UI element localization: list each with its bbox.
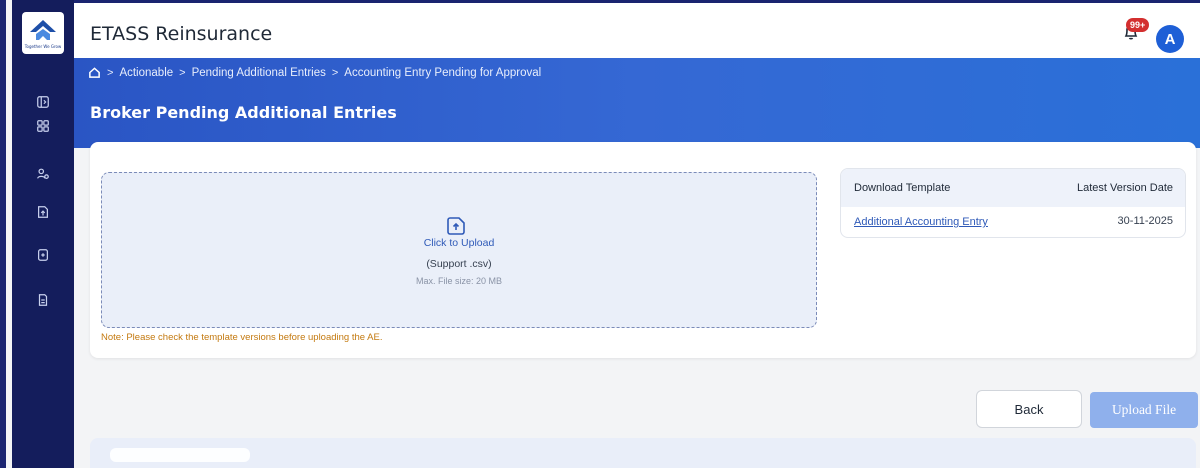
logo-tagline: Together We Grow [24,43,62,49]
max-file-size-text: Max. File size: 20 MB [415,276,503,286]
dashboard-grid-icon[interactable] [33,116,53,136]
page-title: Broker Pending Additional Entries [90,103,397,122]
document-icon[interactable] [33,290,53,310]
breadcrumb-separator-icon: > [179,66,186,79]
breadcrumb-item-current: Accounting Entry Pending for Approval [344,66,542,79]
home-icon[interactable] [88,66,101,79]
table-row: Additional Accounting Entry 30-11-2025 [841,207,1185,237]
template-download-link[interactable]: Additional Accounting Entry [854,216,988,228]
column-header-latest-version-date: Latest Version Date [1076,182,1173,194]
app-title: ETASS Reinsurance [90,23,273,45]
bottom-panel [90,438,1196,468]
user-avatar[interactable]: A [1156,25,1184,53]
top-bar: ETASS Reinsurance 99+ A [74,0,1200,58]
company-logo[interactable]: Together We Grow [22,12,64,54]
upload-file-icon[interactable] [445,215,469,239]
upload-file-button[interactable]: Upload File [1090,392,1198,428]
template-table-header: Download Template Latest Version Date [841,169,1185,207]
template-version-date: 30-11-2025 [1117,215,1173,227]
panel-toggle-icon[interactable] [33,92,53,112]
breadcrumb: > Actionable > Pending Additional Entrie… [88,66,541,79]
template-version-note: Note: Please check the template versions… [101,332,383,343]
logo-mark-icon [30,19,56,40]
click-to-upload-link[interactable]: Click to Upload [102,237,816,249]
sidebar: Together We Grow [12,0,74,468]
column-header-download-template: Download Template [854,182,951,194]
upload-card: Click to Upload (Support .csv) Max. File… [90,142,1196,358]
breadcrumb-separator-icon: > [331,66,339,79]
breadcrumb-separator-icon: > [107,66,114,79]
template-table: Download Template Latest Version Date Ad… [840,168,1186,238]
page-banner: > Actionable > Pending Additional Entrie… [74,58,1200,148]
redacted-area [110,448,250,462]
notification-count-badge: 99+ [1126,18,1150,32]
breadcrumb-item-pending-additional-entries[interactable]: Pending Additional Entries [192,67,326,79]
breadcrumb-item-actionable[interactable]: Actionable [119,67,173,79]
back-button[interactable]: Back [976,390,1082,428]
file-dropzone[interactable]: Click to Upload (Support .csv) Max. File… [101,172,817,328]
users-icon[interactable] [33,164,53,184]
app-window: Together We Grow ETASS Reinsurance 99+ A [0,0,1200,468]
supported-format-text: (Support .csv) [426,258,492,270]
document-add-icon[interactable] [33,245,53,265]
upload-file-icon[interactable] [33,202,53,222]
